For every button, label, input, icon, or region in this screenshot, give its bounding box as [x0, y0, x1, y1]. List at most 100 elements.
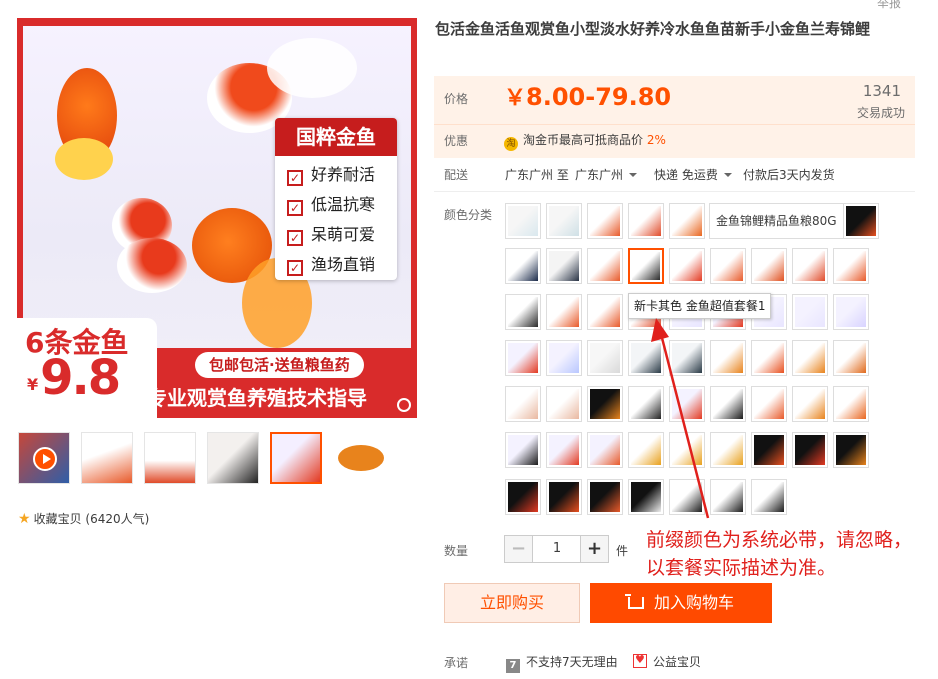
sku-swatch[interactable]: [587, 386, 623, 422]
sku-swatch-image: [672, 343, 702, 373]
sku-swatch-image: [590, 482, 620, 512]
promo-row: 淘淘金币最高可抵商品价 2%: [504, 131, 666, 151]
sku-swatch[interactable]: [792, 386, 828, 422]
sku-swatch-image: [590, 343, 620, 373]
sku-swatch[interactable]: [546, 294, 582, 330]
sku-swatch[interactable]: [669, 248, 705, 284]
promise-label: 承诺: [444, 656, 469, 670]
cart-icon: [624, 594, 644, 609]
sku-swatch[interactable]: [669, 479, 705, 515]
add-to-cart-button[interactable]: 加入购物车: [590, 583, 772, 623]
promise-no-return: 7 不支持7天无理由: [506, 653, 618, 673]
sku-swatch[interactable]: [546, 203, 582, 239]
promise-no-return-text: 不支持7天无理由: [526, 655, 618, 669]
sku-swatch[interactable]: [833, 432, 869, 468]
sku-swatch[interactable]: [833, 386, 869, 422]
sku-swatch[interactable]: [751, 386, 787, 422]
ship-dispatch: 付款后3天内发货: [743, 168, 835, 182]
promo-guide: 专业观赏鱼养殖技术指导: [147, 386, 367, 410]
color-option-label: 颜色分类: [444, 208, 493, 222]
sku-swatch[interactable]: [669, 386, 705, 422]
sku-swatch[interactable]: [751, 432, 787, 468]
sku-swatch[interactable]: [792, 432, 828, 468]
sku-swatch-image: [795, 343, 825, 373]
sku-option-fish-food[interactable]: 金鱼锦鲤精品鱼粮80G: [709, 203, 844, 239]
promise-charity[interactable]: 公益宝贝: [633, 653, 701, 670]
sku-swatch-image: [632, 252, 660, 280]
quantity-input[interactable]: 1: [533, 536, 581, 562]
sku-swatch[interactable]: [505, 248, 541, 284]
sku-swatch[interactable]: [669, 432, 705, 468]
sku-swatch[interactable]: [587, 248, 623, 284]
feature-item-label: 低温抗寒: [311, 195, 376, 214]
sku-swatch[interactable]: [833, 340, 869, 376]
thumbnail-image[interactable]: [207, 432, 259, 484]
sku-swatch-image: [836, 297, 866, 327]
quantity-minus-button[interactable]: −: [505, 536, 533, 562]
sku-swatch[interactable]: [710, 432, 746, 468]
ship-to-dropdown[interactable]: 广东广州: [575, 166, 638, 183]
sku-swatch-selected[interactable]: [628, 248, 664, 284]
sku-swatch[interactable]: [587, 432, 623, 468]
thumbnail-video[interactable]: [18, 432, 70, 484]
thumbnail-image[interactable]: [144, 432, 196, 484]
divider: [434, 124, 915, 125]
sku-swatch[interactable]: [751, 479, 787, 515]
sku-swatch[interactable]: [628, 479, 664, 515]
charity-heart-icon: [633, 653, 647, 668]
sku-swatch[interactable]: [628, 203, 664, 239]
sku-swatch[interactable]: [505, 386, 541, 422]
promo-pct: 2%: [646, 133, 666, 147]
sku-swatch[interactable]: [710, 340, 746, 376]
sku-swatch[interactable]: [505, 479, 541, 515]
promo-pill: 包邮包活·送鱼粮鱼药: [195, 352, 364, 378]
buy-now-button[interactable]: 立即购买: [444, 583, 580, 623]
sku-swatch[interactable]: [546, 340, 582, 376]
ship-method-dropdown[interactable]: 快递 免运费: [654, 166, 732, 183]
quantity-plus-button[interactable]: +: [580, 536, 608, 562]
report-link[interactable]: 举报: [877, 0, 901, 11]
sku-swatch[interactable]: [546, 432, 582, 468]
sku-swatch[interactable]: [669, 340, 705, 376]
promo-price-value: 9.8: [40, 350, 121, 406]
sku-swatch[interactable]: [792, 340, 828, 376]
thumbnail-image-selected[interactable]: [270, 432, 322, 484]
sku-swatch[interactable]: [792, 248, 828, 284]
sku-swatch[interactable]: [628, 432, 664, 468]
sku-swatch[interactable]: [587, 479, 623, 515]
sku-swatch-image: [590, 389, 620, 419]
sku-swatch[interactable]: [833, 248, 869, 284]
sku-swatch[interactable]: [843, 203, 879, 239]
sku-swatch[interactable]: [587, 340, 623, 376]
play-icon[interactable]: [33, 447, 57, 471]
sku-swatch[interactable]: [546, 386, 582, 422]
sku-swatch-image: [590, 435, 620, 465]
sku-swatch[interactable]: [628, 386, 664, 422]
checkbox-icon: ✓: [287, 230, 303, 246]
sku-swatch[interactable]: [833, 294, 869, 330]
sku-swatch[interactable]: [710, 386, 746, 422]
price-panel: 价格 ￥8.00-79.80 1341 交易成功 优惠 淘淘金币最高可抵商品价 …: [434, 76, 915, 158]
sku-swatch[interactable]: [546, 479, 582, 515]
zoom-icon[interactable]: [397, 398, 411, 412]
thumbnail-image[interactable]: [81, 432, 133, 484]
thumbnail-image[interactable]: [333, 432, 385, 484]
sku-swatch[interactable]: [751, 248, 787, 284]
sku-swatch[interactable]: [546, 248, 582, 284]
main-product-image[interactable]: 国粹金鱼 ✓ 好养耐活 ✓ 低温抗寒 ✓ 呆萌可爱 ✓ 渔场直销 6条金鱼 ¥9.8 包…: [17, 18, 417, 418]
sku-swatch[interactable]: [505, 294, 541, 330]
sku-swatch[interactable]: [792, 294, 828, 330]
sku-swatch[interactable]: [710, 248, 746, 284]
sku-swatch-image: [549, 251, 579, 281]
sku-swatch[interactable]: [505, 432, 541, 468]
sku-swatch[interactable]: [751, 340, 787, 376]
sku-swatch[interactable]: [628, 340, 664, 376]
sku-swatch[interactable]: [505, 203, 541, 239]
sku-swatch[interactable]: [587, 203, 623, 239]
favorite-link[interactable]: ★ 收藏宝贝 (6420人气): [18, 510, 149, 527]
shipping-row: 配送 广东广州 至 广东广州 快递 免运费 付款后3天内发货: [434, 160, 915, 192]
sku-swatch[interactable]: [669, 203, 705, 239]
sku-swatch[interactable]: [505, 340, 541, 376]
sku-swatch[interactable]: [587, 294, 623, 330]
sku-swatch[interactable]: [710, 479, 746, 515]
